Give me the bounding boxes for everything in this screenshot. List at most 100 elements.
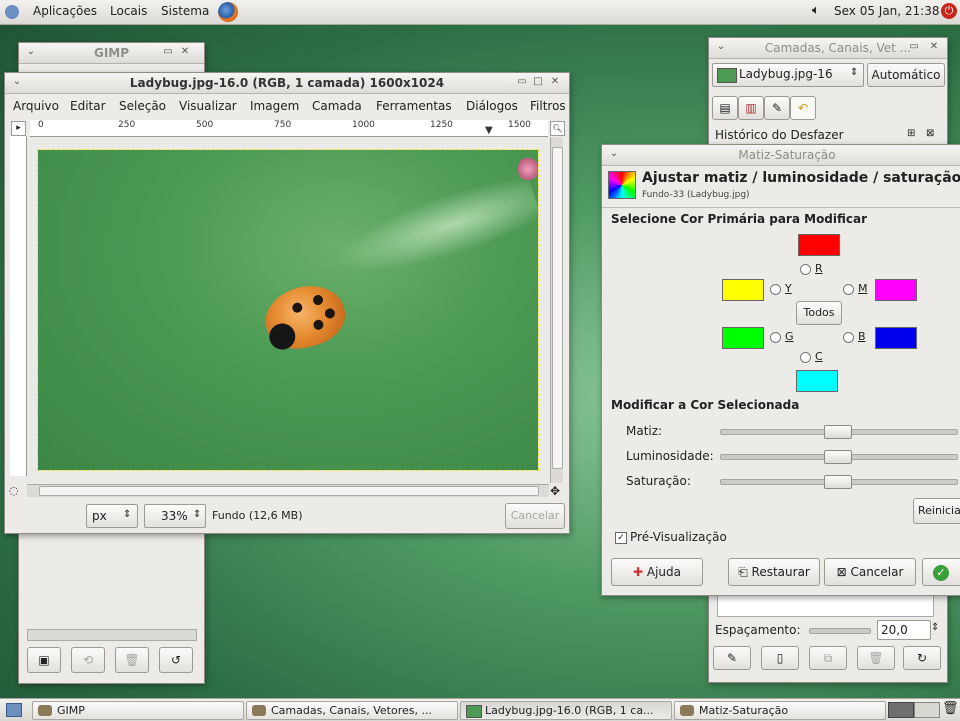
minimize-icon[interactable]: ▭: [162, 46, 174, 58]
toolbox-restore-button[interactable]: ⟲: [71, 647, 105, 673]
brush-edit-button[interactable]: ✎: [713, 646, 751, 670]
horizontal-scrollbar[interactable]: [27, 484, 549, 497]
brush-delete-button[interactable]: 🗑︎: [857, 646, 895, 670]
slider-label-hue: Matiz:: [626, 424, 663, 438]
layers-tab-icon[interactable]: ▤: [712, 96, 738, 120]
zoom-fit-icon[interactable]: 🔍︎: [550, 121, 565, 136]
preview-checkbox[interactable]: ✓: [615, 532, 627, 544]
vertical-scrollbar[interactable]: [550, 137, 563, 483]
brush-new-button[interactable]: ▯: [761, 646, 799, 670]
taskbar-item-gimp[interactable]: GIMP: [32, 701, 244, 720]
maximize-icon[interactable]: □: [532, 76, 544, 88]
cancel-button[interactable]: ⊠ Cancelar: [824, 558, 916, 586]
tab-menu-icon[interactable]: ⊞: [907, 128, 915, 139]
hue-dialog-titlebar[interactable]: ⌄ Matiz-Saturação: [602, 145, 960, 166]
brush-duplicate-button[interactable]: ⧉: [809, 646, 847, 670]
hue-dialog-icon: [608, 171, 636, 199]
spacing-input[interactable]: 20,0: [877, 620, 931, 640]
radio-m[interactable]: [843, 284, 854, 295]
swatch-blue: [875, 327, 917, 349]
spin-arrows-icon: ⇕: [123, 509, 132, 520]
menu-button-icon[interactable]: ▸: [11, 121, 26, 136]
taskbar-item-hue[interactable]: Matiz-Saturação: [674, 701, 886, 720]
toolbox-titlebar[interactable]: ⌄ GIMP ▭ ✕: [19, 43, 204, 64]
paths-tab-icon[interactable]: ✎: [764, 96, 790, 120]
tab-close-icon[interactable]: ⊠: [926, 128, 934, 139]
foot-icon[interactable]: [5, 5, 19, 19]
ladybug-spot: [291, 301, 304, 314]
ok-button[interactable]: ✓: [922, 558, 960, 586]
image-select[interactable]: Ladybug.jpg-16 ⇕: [712, 63, 864, 87]
close-icon[interactable]: ✕: [549, 76, 561, 88]
taskbar-item-layers[interactable]: Camadas, Canais, Vetores, ...: [246, 701, 458, 720]
status-cancel-button[interactable]: Cancelar: [505, 503, 565, 529]
saturation-slider-knob[interactable]: [824, 475, 852, 489]
menu-ferramentas[interactable]: Ferramentas: [376, 99, 452, 113]
volume-icon[interactable]: 🔈︎: [812, 3, 820, 18]
vertical-ruler: [10, 136, 27, 476]
unit-select[interactable]: px ⇕: [86, 504, 138, 528]
pink-flower: [518, 155, 538, 183]
radio-g-label: G: [785, 330, 794, 343]
menu-sistema[interactable]: Sistema: [161, 4, 209, 18]
spacing-slider[interactable]: [809, 628, 871, 634]
help-button[interactable]: ✚ Ajuda: [611, 558, 703, 586]
taskbar-item-label: Ladybug.jpg-16.0 (RGB, 1 ca...: [485, 704, 654, 717]
hue-dialog-subheading: Fundo-33 (Ladybug.jpg): [642, 190, 750, 200]
image-window-titlebar[interactable]: ⌄ Ladybug.jpg-16.0 (RGB, 1 camada) 1600x…: [5, 73, 569, 94]
menu-selecao[interactable]: Seleção: [119, 99, 166, 113]
menu-filtros[interactable]: Filtros: [530, 99, 566, 113]
menu-camada[interactable]: Camada: [312, 99, 362, 113]
menu-editar[interactable]: Editar: [70, 99, 106, 113]
firefox-icon[interactable]: [218, 2, 238, 22]
menu-visualizar[interactable]: Visualizar: [179, 99, 237, 113]
quick-mask-icon[interactable]: ◌: [9, 484, 19, 497]
close-icon[interactable]: ✕: [179, 46, 191, 58]
radio-b[interactable]: [843, 332, 854, 343]
close-icon[interactable]: ✕: [928, 41, 940, 53]
radio-r[interactable]: [800, 264, 811, 275]
radio-y-label: Y: [785, 282, 792, 295]
hue-slider-knob[interactable]: [824, 425, 852, 439]
minimize-icon[interactable]: ▭: [516, 76, 528, 88]
menu-imagem[interactable]: Imagem: [250, 99, 299, 113]
clock[interactable]: Sex 05 Jan, 21:38: [834, 4, 940, 18]
radio-g[interactable]: [770, 332, 781, 343]
preview-label: Pré-Visualização: [630, 530, 727, 544]
taskbar-item-image[interactable]: Ladybug.jpg-16.0 (RGB, 1 ca...: [460, 701, 672, 720]
swatch-green: [722, 327, 764, 349]
trash-icon[interactable]: 🗑︎: [942, 701, 959, 716]
undo-tab-icon[interactable]: ↶: [790, 96, 816, 120]
all-colors-button[interactable]: Todos: [796, 301, 842, 325]
toolbox-delete-button[interactable]: 🗑︎: [115, 647, 149, 673]
unit-value: px: [92, 509, 107, 523]
minimize-icon[interactable]: ▭: [908, 41, 920, 53]
zoom-select[interactable]: 33% ⇕: [144, 504, 206, 528]
toolbox-reset-button[interactable]: ↺: [159, 647, 193, 673]
menu-aplicacoes[interactable]: Aplicações: [33, 4, 97, 18]
toolbox-save-button[interactable]: ▣: [27, 647, 61, 673]
navigate-icon[interactable]: ✥: [550, 484, 560, 498]
workspace-switcher[interactable]: [888, 702, 914, 718]
toolbox-scrollbar[interactable]: [27, 629, 197, 641]
brush-strip[interactable]: [717, 595, 934, 617]
menu-dialogos[interactable]: Diálogos: [466, 99, 518, 113]
lightness-slider-knob[interactable]: [824, 450, 852, 464]
radio-c[interactable]: [800, 352, 811, 363]
help-icon: ✚: [632, 565, 644, 579]
auto-button[interactable]: Automático: [867, 63, 945, 87]
menu-arquivo[interactable]: Arquivo: [13, 99, 59, 113]
brush-refresh-button[interactable]: ↻: [903, 646, 941, 670]
workspace-switcher-2[interactable]: [914, 702, 940, 718]
power-icon[interactable]: ⏻: [941, 3, 957, 19]
slider-label-lightness: Luminosidade:: [626, 449, 714, 463]
layers-dock-titlebar[interactable]: ⌄ Camadas, Canais, Vet ... ▭ ✕: [709, 38, 947, 59]
show-desktop-icon[interactable]: [6, 703, 22, 717]
radio-y[interactable]: [770, 284, 781, 295]
restore-button[interactable]: ⎗ Restaurar: [728, 558, 820, 586]
spin-arrows-icon[interactable]: ⇕: [931, 622, 939, 633]
section-modify-color: Modificar a Cor Selecionada: [611, 398, 800, 412]
menu-locais[interactable]: Locais: [110, 4, 147, 18]
channels-tab-icon[interactable]: ▥: [738, 96, 764, 120]
reset-button[interactable]: Reiniciar: [913, 498, 960, 524]
